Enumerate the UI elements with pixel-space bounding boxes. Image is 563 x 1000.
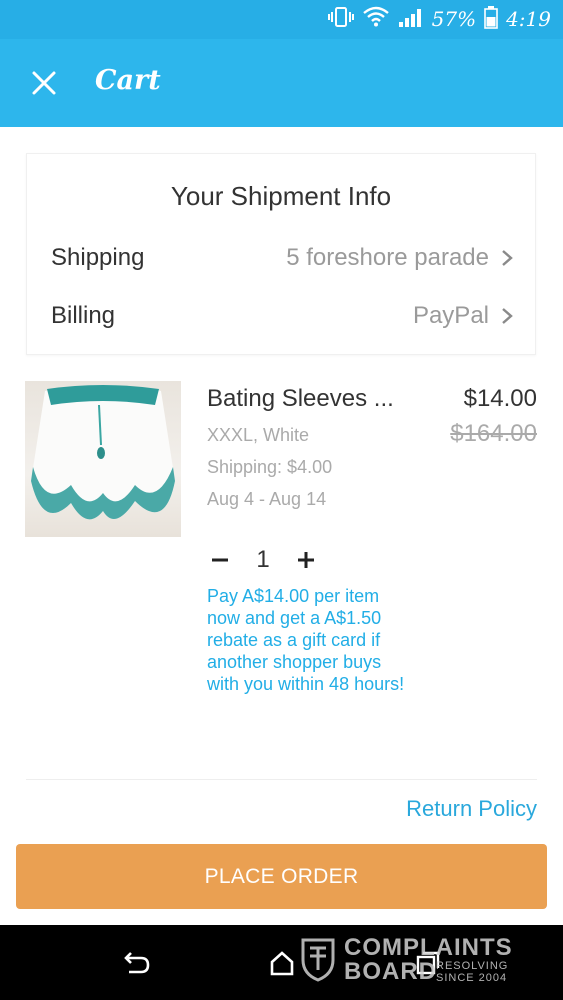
close-icon <box>32 71 56 95</box>
shipping-value-group: 5 foreshore parade <box>286 244 513 272</box>
original-price: $164.00 <box>450 420 537 447</box>
billing-value-group: PayPal <box>413 302 513 330</box>
minus-icon <box>212 558 228 562</box>
billing-label: Billing <box>51 302 116 329</box>
delivery-dates: Aug 4 - Aug 14 <box>207 489 327 509</box>
quantity-stepper: 1 <box>207 544 319 576</box>
watermark-line2: BOARD <box>344 958 437 985</box>
watermark: COMPLAINTS BOARD RESOLVING SINCE 2004 <box>300 934 550 988</box>
status-icons: 57% 4:19 <box>327 5 551 34</box>
wifi-icon <box>362 5 390 34</box>
signal-icon <box>398 6 424 33</box>
decrease-quantity-button[interactable] <box>207 544 233 576</box>
return-policy-link[interactable]: Return Policy <box>406 796 537 822</box>
product-image[interactable] <box>25 381 181 537</box>
close-button[interactable] <box>22 61 66 105</box>
quantity-value: 1 <box>256 546 270 573</box>
clock: 4:19 <box>506 7 551 31</box>
battery-percent: 57% <box>431 7 477 31</box>
app-bar: Cart <box>0 39 563 127</box>
chevron-right-icon <box>502 250 513 266</box>
home-icon <box>270 951 294 976</box>
shipment-info-card: Your Shipment Info Shipping 5 foreshore … <box>26 153 536 355</box>
product-price: $14.00 <box>463 385 537 412</box>
shipment-title: Your Shipment Info <box>170 181 392 211</box>
watermark-small1: RESOLVING <box>436 960 509 972</box>
divider <box>26 779 537 780</box>
shipping-value: 5 foreshore parade <box>286 244 489 271</box>
page-title: Cart <box>95 65 161 96</box>
home-button[interactable] <box>262 945 302 981</box>
product-name[interactable]: Bating Sleeves ... <box>207 385 394 413</box>
back-icon <box>124 952 150 974</box>
place-order-button[interactable]: PLACE ORDER <box>16 844 547 909</box>
billing-value: PayPal <box>412 302 489 329</box>
product-variant: XXXL, White <box>207 425 310 445</box>
shield-icon <box>301 938 335 982</box>
back-button[interactable] <box>116 945 156 981</box>
shipping-row[interactable]: Shipping 5 foreshore parade <box>51 238 513 278</box>
status-bar: 57% 4:19 <box>0 0 563 39</box>
shipping-label: Shipping <box>51 244 145 271</box>
watermark-small2: SINCE 2004 <box>436 972 508 984</box>
rebate-message: Pay A$14.00 per item now and get a A$1.5… <box>207 586 405 694</box>
battery-icon <box>484 5 498 34</box>
vibrate-icon <box>327 6 354 33</box>
shipping-cost: Shipping: $4.00 <box>207 457 333 477</box>
billing-row[interactable]: Billing PayPal <box>51 296 513 336</box>
chevron-right-icon <box>502 308 513 324</box>
increase-quantity-button[interactable] <box>293 544 319 576</box>
plus-icon <box>298 552 314 568</box>
